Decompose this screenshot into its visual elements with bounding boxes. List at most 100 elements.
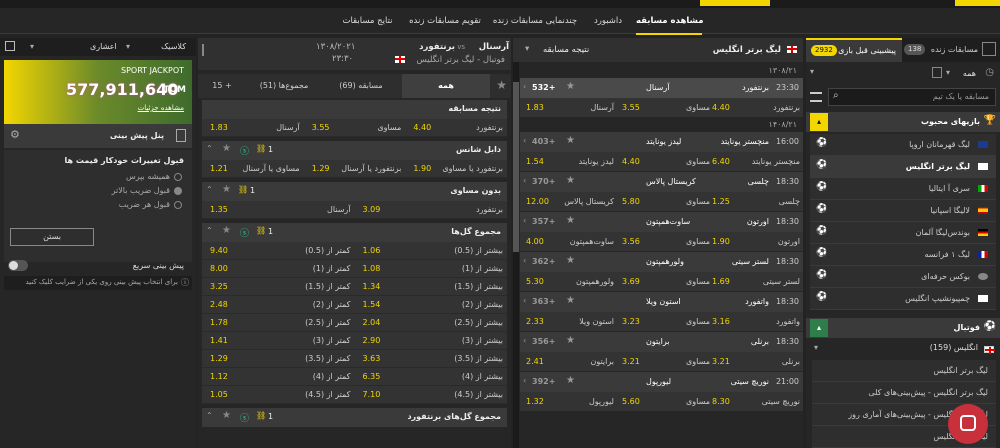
menu-icon[interactable] [810, 92, 822, 102]
mode-select[interactable]: کلاسیک [161, 42, 186, 51]
odds-cell[interactable]: 3.55 مساوی [620, 98, 712, 118]
odds-cell[interactable]: آرسنال 1.35 [204, 201, 355, 219]
radio-icon[interactable] [174, 173, 182, 181]
odds-cell[interactable]: 1.54 لیدز یونایتد [524, 152, 616, 172]
odds-cell[interactable]: کمتر از (2.5) 1.78 [204, 314, 355, 332]
odds-cell[interactable]: 2.41 برایتون [524, 352, 616, 372]
chevron-left-icon[interactable]: ‹ [523, 176, 526, 185]
star-icon[interactable]: ★ [566, 175, 575, 186]
star-icon[interactable]: ★ [566, 81, 575, 92]
odds-cell[interactable]: برنتفورد 4.40 [407, 119, 507, 137]
odds-cell[interactable]: 1.90 اورتون [710, 232, 802, 252]
close-button[interactable]: بستن [10, 228, 94, 246]
chat-button[interactable] [948, 404, 988, 444]
odds-cell[interactable]: 4.40 مساوی [620, 152, 712, 172]
tab-live[interactable]: مسابقات زنده 138 [902, 38, 982, 62]
odds-cell[interactable]: برنتفورد یا مساوی 1.90 [407, 160, 507, 178]
chevron-left-icon[interactable]: ‹ [523, 256, 526, 265]
country-league-item[interactable]: لیگ برتر انگلیس - پیش‌بینی‌های کلی [812, 382, 996, 404]
odds-cell[interactable]: 2.33 استون ویلا [524, 312, 616, 332]
clock-icon[interactable]: ◷ [985, 67, 994, 78]
odds-cell[interactable]: کمتر از (4) 1.12 [204, 368, 355, 386]
league-item[interactable]: لیگ ۱ فرانسه ⚽ [810, 244, 996, 266]
chevron-up-icon[interactable]: ▴ [810, 319, 828, 337]
league-item[interactable]: لیگ برتر انگلیس ⚽ [810, 156, 996, 178]
country-row[interactable]: ▾ انگلیس (159) [806, 340, 1000, 358]
more-markets[interactable]: 392+ [532, 377, 555, 386]
radio-icon[interactable] [174, 201, 182, 209]
chevron-up-icon[interactable]: ▴ [810, 113, 828, 131]
match-header[interactable]: 18:30 لستر سیتی ولورهمپتون ★ 362+ ‹ [520, 252, 803, 272]
tab-dashboard[interactable]: داشبورد [585, 8, 631, 34]
accept-option[interactable]: قبول هر ضریب [14, 198, 184, 212]
quick-bet-toggle[interactable] [8, 260, 28, 271]
jackpot-details-link[interactable]: مشاهده جزئیات [138, 104, 184, 112]
market-header[interactable]: مجموع گل‌های برنتفورد ⌃ ★ ⓢ ⛓ 1 [202, 408, 507, 427]
chevron-up-icon[interactable]: ⌃ [206, 185, 213, 194]
star-icon[interactable]: ★ [222, 143, 231, 154]
odds-cell[interactable]: برنتفورد 3.09 [357, 201, 508, 219]
more-markets[interactable]: 357+ [532, 217, 555, 226]
filter-all[interactable]: همه [963, 69, 976, 78]
odds-cell[interactable]: کمتر از (1.5) 3.25 [204, 278, 355, 296]
chevron-left-icon[interactable]: ‹ [523, 376, 526, 385]
match-header[interactable]: 18:30 واتفورد استون ویلا ★ 363+ ‹ [520, 292, 803, 312]
sport-header[interactable]: ▴ فوتبال ⚽ [806, 318, 1000, 338]
odds-cell[interactable]: بیشتر از (2) 1.54 [357, 296, 508, 314]
odds-cell[interactable]: 4.40 برنتفورد [710, 98, 802, 118]
market-header[interactable]: دابل شانس ⌃ ★ ⓢ ⛓ 1 [202, 141, 507, 160]
league-item[interactable]: چمپیونشیپ انگلیس ⚽ [810, 288, 996, 310]
tab-prematch[interactable]: پیشبینی قبل بازی 2932 [806, 38, 902, 62]
chevron-left-icon[interactable]: ‹ [523, 296, 526, 305]
tab-totals[interactable]: مجموع‌ها (51) [246, 74, 322, 98]
odds-cell[interactable]: 3.69 مساوی [620, 272, 712, 292]
more-markets[interactable]: 370+ [532, 177, 555, 186]
chevron-up-icon[interactable]: ⌃ [206, 411, 213, 420]
star-icon[interactable]: ★ [566, 335, 575, 346]
odds-cell[interactable]: 12.00 کریستال پالاس [524, 192, 616, 212]
odds-cell[interactable]: کمتر از (4.5) 1.05 [204, 386, 355, 404]
chevron-left-icon[interactable]: ‹ [523, 336, 526, 345]
odds-cell[interactable]: 1.25 چلسی [710, 192, 802, 212]
match-header[interactable]: 16:00 منچستر یونایتد لیدز یونایتد ★ 403+ ‹ [520, 132, 803, 152]
more-markets[interactable]: 532+ [532, 83, 555, 92]
market-header[interactable]: نتیجه مسابقه [202, 100, 507, 119]
more-markets[interactable]: 356+ [532, 337, 555, 346]
league-item[interactable]: لالیگا اسپانیا ⚽ [810, 200, 996, 222]
tab-all[interactable]: همه [402, 74, 490, 98]
scrollbar[interactable] [513, 62, 519, 448]
odds-cell[interactable]: 3.23 مساوی [620, 312, 712, 332]
odds-cell[interactable]: کمتر از (2) 2.48 [204, 296, 355, 314]
chevron-up-icon[interactable]: ⌃ [206, 144, 213, 153]
odds-cell[interactable]: بیشتر از (1) 1.08 [357, 260, 508, 278]
odds-cell[interactable]: 3.56 مساوی [620, 232, 712, 252]
odds-format-select[interactable]: اعشاری [90, 42, 117, 51]
star-icon[interactable]: ★ [222, 410, 231, 421]
odds-cell[interactable]: 6.40 منچستر یونایتد [710, 152, 802, 172]
odds-cell[interactable]: آرسنال 1.83 [204, 119, 304, 137]
star-icon[interactable]: ★ [566, 375, 575, 386]
match-header[interactable]: 23:30 برنتفورد آرسنال ★ 532+ ‹ [520, 78, 803, 98]
search-input[interactable]: مسابقه یا یک تیم ⌕ [828, 88, 996, 106]
star-icon[interactable]: ★ [496, 78, 507, 92]
tab-live-match[interactable]: مشاهده مسابقه [636, 8, 703, 35]
grid-icon[interactable] [982, 42, 996, 56]
tab-multiview[interactable]: چندنمایی مسابقات زنده [490, 8, 580, 34]
tab-match[interactable]: مسابقه (69) [326, 74, 396, 98]
odds-cell[interactable]: کمتر از (1) 8.00 [204, 260, 355, 278]
league-item[interactable]: لیگ قهرمانان اروپا ⚽ [810, 134, 996, 156]
odds-cell[interactable]: 3.21 مساوی [620, 352, 712, 372]
odds-cell[interactable]: مساوی 3.55 [306, 119, 406, 137]
match-header[interactable]: 18:30 چلسی کریستال پالاس ★ 370+ ‹ [520, 172, 803, 192]
odds-cell[interactable]: 5.30 ولورهمپتون [524, 272, 616, 292]
odds-cell[interactable]: 3.16 واتفورد [710, 312, 802, 332]
country-league-item[interactable]: لیگ برتر انگلیس [812, 360, 996, 382]
star-icon[interactable]: ★ [566, 295, 575, 306]
odds-cell[interactable]: 8.30 نوریچ سیتی [710, 392, 802, 412]
star-icon[interactable]: ★ [566, 255, 575, 266]
league-item[interactable]: بوکس حرفه‌ای ⚽ [810, 266, 996, 288]
tab-results[interactable]: نتایج مسابقات [335, 8, 400, 34]
chevron-up-icon[interactable]: ⌃ [206, 226, 213, 235]
star-icon[interactable]: ★ [222, 184, 231, 195]
accept-option[interactable]: قبول ضریب بالاتر [14, 184, 184, 198]
